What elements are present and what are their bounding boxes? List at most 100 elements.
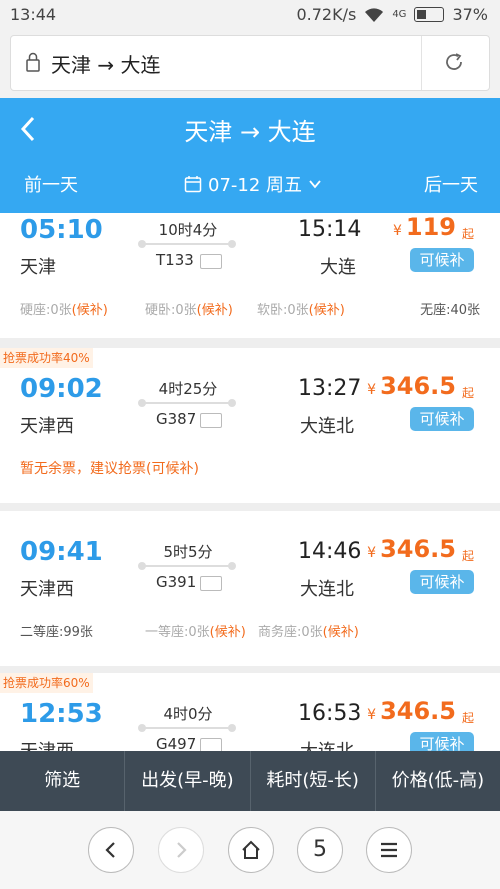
currency-symbol: ¥ bbox=[367, 382, 377, 398]
next-day-button[interactable]: 后一天 bbox=[424, 171, 478, 197]
waitlist-button[interactable]: 可候补 bbox=[410, 732, 474, 751]
duration: 4时25分 bbox=[158, 380, 218, 398]
seat-name: 二等座:99张 bbox=[20, 625, 93, 640]
depart-time: 09:41 bbox=[20, 537, 103, 567]
seat-info: 一等座:0张(候补) bbox=[145, 621, 246, 640]
id-card-icon bbox=[200, 738, 222, 751]
date-selector[interactable]: 07-12 周五 bbox=[184, 171, 322, 197]
home-button[interactable] bbox=[228, 827, 274, 873]
depart-station: 天津西 bbox=[20, 416, 74, 437]
seat-info: 硬卧:0张(候补) bbox=[145, 299, 233, 318]
chevron-right-icon bbox=[177, 842, 187, 858]
wifi-icon bbox=[365, 7, 384, 22]
price-value: 119 bbox=[405, 213, 456, 241]
seat-status: (候补) bbox=[322, 625, 359, 640]
reload-icon[interactable] bbox=[443, 51, 465, 73]
seat-name: 商务座:0张 bbox=[258, 625, 323, 640]
arrive-station: 大连 bbox=[320, 257, 356, 278]
signal-icon: 4G bbox=[392, 8, 407, 20]
calendar-icon bbox=[184, 176, 202, 193]
address-bar[interactable]: 天津 → 大连 bbox=[10, 35, 490, 91]
depart-station: 天津西 bbox=[20, 737, 74, 751]
train-number: G497 bbox=[156, 735, 197, 751]
currency-symbol: ¥ bbox=[367, 545, 377, 561]
seat-info: 软卧:0张(候补) bbox=[257, 299, 345, 318]
seat-status: (候补) bbox=[308, 303, 345, 318]
seat-status: (候补) bbox=[71, 303, 108, 318]
status-time: 13:44 bbox=[10, 5, 57, 24]
arrive-time: 16:53 bbox=[298, 701, 362, 726]
train-card[interactable]: 05:10 天津 10时4分 T133 15:14 大连 ¥119 起 可候补 … bbox=[0, 213, 500, 338]
address-bar-area: 天津 → 大连 bbox=[0, 32, 500, 98]
price: ¥346.5 bbox=[367, 697, 456, 725]
price: ¥346.5 bbox=[367, 372, 456, 400]
route-line bbox=[138, 562, 236, 570]
price-suffix: 起 bbox=[461, 549, 474, 563]
depart-time: 05:10 bbox=[20, 215, 103, 245]
price-value: 346.5 bbox=[380, 535, 456, 563]
tabs-button[interactable]: 5 bbox=[297, 827, 343, 873]
duration: 5时5分 bbox=[163, 543, 213, 561]
seat-name: 软卧:0张 bbox=[257, 303, 309, 318]
success-rate-badge: 抢票成功率40% bbox=[0, 348, 93, 368]
train-list[interactable]: 05:10 天津 10时4分 T133 15:14 大连 ¥119 起 可候补 … bbox=[0, 213, 500, 751]
currency-symbol: ¥ bbox=[392, 223, 402, 239]
success-rate-badge: 抢票成功率60% bbox=[0, 673, 93, 693]
arrive-station: 大连北 bbox=[300, 579, 354, 600]
train-number: T133 bbox=[156, 251, 194, 269]
ticket-note: 暂无余票，建议抢票(可候补) bbox=[20, 461, 199, 477]
depart-time: 12:53 bbox=[20, 699, 103, 729]
depart-station: 天津西 bbox=[20, 579, 74, 600]
depart-time: 09:02 bbox=[20, 374, 103, 404]
waitlist-button[interactable]: 可候补 bbox=[410, 407, 474, 431]
duration: 10时4分 bbox=[158, 221, 218, 239]
seat-status: (候补) bbox=[196, 303, 233, 318]
id-card-icon bbox=[200, 413, 222, 428]
route-line bbox=[138, 399, 236, 407]
date-label: 07-12 周五 bbox=[208, 175, 303, 196]
price-value: 346.5 bbox=[380, 697, 456, 725]
lock-icon bbox=[26, 52, 40, 72]
menu-button[interactable] bbox=[366, 827, 412, 873]
arrive-station: 大连北 bbox=[300, 737, 354, 751]
id-card-icon bbox=[200, 576, 222, 591]
sort-duration-button[interactable]: 耗时(短-长) bbox=[251, 751, 376, 811]
train-card[interactable]: 09:41 天津西 5时5分 G391 14:46 大连北 ¥346.5 起 可… bbox=[0, 511, 500, 666]
train-number: G391 bbox=[156, 573, 197, 591]
arrive-time: 15:14 bbox=[298, 217, 362, 242]
sort-filter-bar: 筛选 出发(早-晚) 耗时(短-长) 价格(低-高) bbox=[0, 751, 500, 811]
seat-status: (候补) bbox=[209, 625, 246, 640]
price: ¥346.5 bbox=[367, 535, 456, 563]
train-card[interactable]: 抢票成功率40% 09:02 天津西 4时25分 G387 13:27 大连北 … bbox=[0, 348, 500, 503]
arrive-time: 14:46 bbox=[298, 539, 362, 564]
address-text[interactable]: 天津 → 大连 bbox=[51, 49, 160, 78]
train-card[interactable]: 抢票成功率60% 12:53 天津西 4时0分 G497 16:53 大连北 ¥… bbox=[0, 673, 500, 751]
price: ¥119 bbox=[393, 213, 456, 241]
browser-nav-bar: 5 bbox=[0, 811, 500, 889]
currency-symbol: ¥ bbox=[367, 707, 377, 723]
sort-price-button[interactable]: 价格(低-高) bbox=[376, 751, 500, 811]
waitlist-button[interactable]: 可候补 bbox=[410, 248, 474, 272]
prev-day-button[interactable]: 前一天 bbox=[24, 171, 78, 197]
page-title: 天津 → 大连 bbox=[184, 118, 316, 146]
forward-button[interactable] bbox=[158, 827, 204, 873]
waitlist-button[interactable]: 可候补 bbox=[410, 570, 474, 594]
filter-button[interactable]: 筛选 bbox=[0, 751, 126, 811]
back-button[interactable] bbox=[88, 827, 134, 873]
price-suffix: 起 bbox=[461, 227, 474, 241]
seat-info: 硬座:0张(候补) bbox=[20, 299, 108, 318]
address-divider bbox=[421, 36, 422, 90]
seat-info: 无座:40张 bbox=[420, 299, 480, 318]
seat-info: 商务座:0张(候补) bbox=[258, 621, 359, 640]
id-card-icon bbox=[200, 254, 222, 269]
price-suffix: 起 bbox=[461, 386, 474, 400]
seat-name: 一等座:0张 bbox=[145, 625, 210, 640]
arrive-station: 大连北 bbox=[300, 416, 354, 437]
seat-info: 二等座:99张 bbox=[20, 621, 93, 640]
page-header: 天津 → 大连 前一天 07-12 周五 后一天 bbox=[0, 98, 500, 213]
route-line bbox=[138, 724, 236, 732]
price-value: 346.5 bbox=[380, 372, 456, 400]
status-bar: 13:44 0.72K/s 4G 37% bbox=[0, 0, 500, 32]
chevron-left-icon bbox=[105, 842, 115, 858]
sort-departure-button[interactable]: 出发(早-晚) bbox=[125, 751, 251, 811]
